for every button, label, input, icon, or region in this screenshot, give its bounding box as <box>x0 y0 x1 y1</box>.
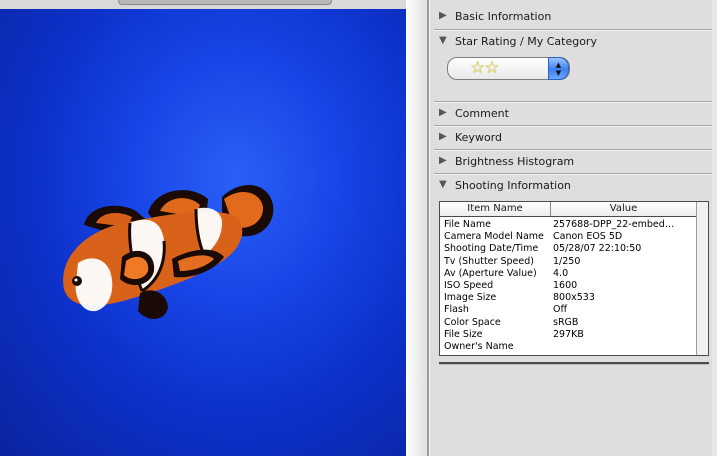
star-rating-popup[interactable]: ☆☆ ▲ ▼ <box>447 57 570 80</box>
item-name: Color Space <box>444 316 501 328</box>
photo-preview-pane <box>0 0 406 456</box>
item-name: File Name <box>444 219 491 230</box>
item-value: 257688-DPP_22-embed… <box>553 219 675 230</box>
item-name: Owner's Name <box>444 340 514 352</box>
table-row[interactable]: Av (Aperture Value) 4.0 <box>440 268 696 280</box>
section-brightness-histogram[interactable]: ▶ Brightness Histogram <box>434 150 717 172</box>
item-name: File Size <box>444 328 483 340</box>
item-name: Image Size <box>444 292 497 304</box>
up-down-arrows-icon[interactable]: ▲ ▼ <box>548 57 569 80</box>
item-name: Tv (Shutter Speed) <box>444 255 534 267</box>
item-value: 1/250 <box>553 255 581 267</box>
item-value: 297KB <box>553 328 584 340</box>
column-header-value[interactable]: Value <box>551 202 696 216</box>
table-row[interactable]: Tv (Shutter Speed) 1/250 <box>440 256 696 268</box>
triangle-right-icon[interactable]: ▶ <box>434 108 453 118</box>
table-row[interactable]: Image Size 800x533 <box>440 292 696 304</box>
section-label: Comment <box>455 106 509 120</box>
table-row[interactable]: ISO Speed 1600 <box>440 280 696 292</box>
clownfish-illustration <box>63 185 274 319</box>
item-value: 05/28/07 22:10:50 <box>553 243 642 255</box>
section-label: Brightness Histogram <box>455 154 575 168</box>
table-scrollbar[interactable] <box>696 202 708 355</box>
table-row[interactable]: Flash Off <box>440 304 696 316</box>
section-label: Basic Information <box>455 9 552 23</box>
table-row[interactable]: File Size 297KB <box>440 329 696 341</box>
item-name: Camera Model Name <box>444 231 544 243</box>
section-keyword[interactable]: ▶ Keyword <box>434 126 717 148</box>
column-header-item-name[interactable]: Item Name <box>440 202 551 216</box>
table-row[interactable]: Camera Model Name Canon EOS 5D <box>440 231 696 243</box>
item-name: Av (Aperture Value) <box>444 267 537 279</box>
table-row[interactable]: Shooting Date/Time 05/28/07 22:10:50 <box>440 243 696 255</box>
item-value: Off <box>553 304 568 316</box>
triangle-right-icon[interactable]: ▶ <box>434 132 453 142</box>
triangle-down-icon[interactable]: ▼ <box>434 180 453 190</box>
table-row[interactable]: Owner's Name <box>440 341 696 353</box>
section-shooting-information[interactable]: ▼ Shooting Information <box>434 174 717 196</box>
item-name: ISO Speed <box>444 279 494 291</box>
section-bottom-border <box>439 362 709 365</box>
section-label: Keyword <box>455 130 502 144</box>
item-value: 4.0 <box>553 267 569 279</box>
triangle-down-icon[interactable]: ▼ <box>434 36 453 46</box>
item-name: Shooting Date/Time <box>444 243 539 255</box>
item-name: Flash <box>444 304 469 316</box>
triangle-right-icon[interactable]: ▶ <box>434 11 453 21</box>
section-basic-information[interactable]: ▶ Basic Information <box>434 5 717 27</box>
table-row[interactable]: Color Space sRGB <box>440 317 696 329</box>
section-label: Star Rating / My Category <box>455 34 597 48</box>
table-header: Item Name Value <box>440 202 696 217</box>
clownfish-photo <box>0 9 406 456</box>
shooting-info-table: Item Name Value File Name 257688-DPP_22-e… <box>439 201 709 356</box>
section-label: Shooting Information <box>455 178 571 192</box>
window-edge <box>712 0 717 456</box>
table-row[interactable]: File Name 257688-DPP_22-embed… <box>440 219 696 231</box>
triangle-right-icon[interactable]: ▶ <box>434 156 453 166</box>
item-value: 1600 <box>553 279 578 291</box>
table-rows: File Name 257688-DPP_22-embed… Camera Mod… <box>440 219 696 353</box>
section-star-rating[interactable]: ▼ Star Rating / My Category <box>434 30 717 52</box>
star-rating-value: ☆☆ <box>470 58 500 78</box>
item-value: Canon EOS 5D <box>553 231 623 243</box>
toolbar-edge <box>118 0 332 5</box>
section-comment[interactable]: ▶ Comment <box>434 102 717 124</box>
item-value: sRGB <box>553 316 579 328</box>
pane-gap <box>406 0 427 456</box>
item-value: 800x533 <box>553 292 595 304</box>
